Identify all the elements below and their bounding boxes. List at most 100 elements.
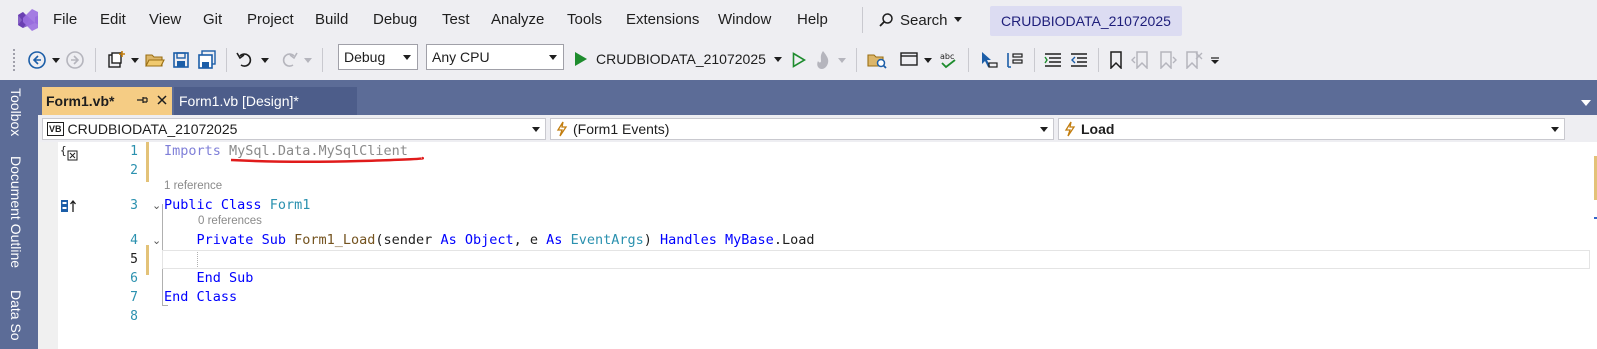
previous-bookmark-button[interactable] (1130, 48, 1152, 72)
menu-debug[interactable]: Debug (373, 11, 417, 28)
select-member-button[interactable] (978, 48, 1000, 72)
toggle-bookmark-button[interactable] (1106, 48, 1126, 72)
uncomment-lines-button[interactable] (1068, 48, 1090, 72)
menu-separator (862, 7, 863, 33)
side-tab-toolbox[interactable]: Toolbox (8, 88, 24, 136)
keyword: As (546, 232, 563, 248)
forward-arrow-icon (66, 51, 84, 69)
spell-check-button[interactable]: abc (938, 48, 960, 72)
project-select[interactable]: VB CRUDBIODATA_21072025 (42, 118, 546, 140)
undo-dropdown[interactable] (259, 48, 271, 72)
event-lightning-icon (1064, 121, 1076, 137)
side-tab-data-sources[interactable]: Data So (8, 290, 24, 341)
menu-build[interactable]: Build (315, 11, 348, 28)
navigate-back-button[interactable] (26, 48, 48, 72)
collapse-icon[interactable]: ⌄ (152, 199, 161, 212)
redo-button[interactable] (278, 48, 300, 72)
format-document-button[interactable] (1004, 48, 1026, 72)
hot-reload-dropdown[interactable] (836, 48, 848, 72)
toolbar-separator (226, 48, 227, 72)
toolbar-grip[interactable] (12, 48, 16, 72)
event-name: .Load (773, 232, 815, 248)
line-number: 3 (130, 198, 138, 213)
menu-help[interactable]: Help (797, 11, 828, 28)
menu-bar: File Edit View Git Project Build Debug T… (0, 0, 1597, 40)
toolbar-overflow-button[interactable] (1208, 48, 1222, 72)
undo-button[interactable] (234, 48, 256, 72)
menu-analyze[interactable]: Analyze (491, 11, 544, 28)
code-editor[interactable]: { 1 2 3 4 5 6 7 8 ⌄ ⌄ Imports MySql.Data… (38, 142, 1597, 349)
object-select[interactable]: (Form1 Events) (550, 118, 1054, 140)
tab-form1-vb-design[interactable]: Form1.vb [Design]* (174, 87, 357, 115)
keyword: Public (164, 197, 213, 213)
current-line-highlight (162, 250, 1590, 269)
menu-git[interactable]: Git (203, 11, 222, 28)
next-bookmark-button[interactable] (1156, 48, 1178, 72)
navigate-back-dropdown[interactable] (50, 48, 62, 72)
type-name: Object (464, 232, 514, 248)
parameter: sender (383, 232, 433, 248)
save-button[interactable] (170, 48, 192, 72)
menu-edit[interactable]: Edit (100, 11, 126, 28)
comment-lines-button[interactable] (1042, 48, 1064, 72)
code-lens-references[interactable]: 1 reference (164, 180, 222, 192)
member-select[interactable]: Load (1058, 118, 1565, 140)
tab-label: Form1.vb* (46, 93, 115, 109)
cursor-icon (982, 52, 998, 68)
start-without-debugging-button[interactable] (788, 48, 810, 72)
bookmark-previous-icon (1131, 51, 1148, 69)
flame-icon (817, 51, 829, 69)
line-number: 8 (130, 309, 138, 324)
chevron-down-icon (549, 55, 557, 60)
menu-project[interactable]: Project (247, 11, 294, 28)
solution-title: CRUDBIODATA_21072025 (990, 6, 1182, 36)
save-all-button[interactable] (196, 48, 218, 72)
browser-link-dropdown[interactable] (922, 48, 934, 72)
navigate-forward-button[interactable] (64, 48, 86, 72)
hot-reload-button[interactable] (812, 48, 834, 72)
chevron-down-icon (304, 57, 312, 63)
new-project-dropdown[interactable] (129, 48, 141, 72)
open-file-button[interactable] (144, 48, 166, 72)
collapse-icon[interactable]: ⌄ (152, 234, 161, 247)
keyword: Handles (660, 232, 717, 248)
browser-link-button[interactable] (898, 48, 920, 72)
search-button[interactable]: Search (878, 9, 962, 31)
bookmark-icon (1110, 51, 1122, 69)
line-number: 2 (130, 163, 138, 178)
chevron-down-icon (838, 57, 846, 63)
tab-form1-vb[interactable]: Form1.vb* (42, 87, 172, 115)
new-project-button[interactable] (104, 48, 128, 72)
menu-file[interactable]: File (53, 11, 77, 28)
menu-extensions[interactable]: Extensions (626, 11, 699, 28)
start-debugging-button[interactable]: CRUDBIODATA_21072025 (574, 46, 782, 72)
line-number: 5 (130, 252, 138, 267)
menu-test[interactable]: Test (442, 11, 470, 28)
menu-tools[interactable]: Tools (567, 11, 602, 28)
find-in-files-button[interactable] (866, 48, 888, 72)
configuration-select[interactable]: Debug (338, 44, 418, 70)
chevron-down-icon (1551, 127, 1559, 132)
side-tab-document-outline[interactable]: Document Outline (8, 156, 24, 268)
menu-window[interactable]: Window (718, 11, 771, 28)
code-lens-references[interactable]: 0 references (198, 215, 262, 227)
visual-studio-logo-icon[interactable] (14, 7, 40, 33)
close-icon[interactable] (155, 93, 169, 107)
menu-view[interactable]: View (149, 11, 181, 28)
redo-icon (282, 52, 298, 67)
chevron-down-icon (924, 57, 932, 63)
save-all-icon (198, 50, 216, 69)
change-marker (146, 142, 149, 182)
clear-bookmarks-button[interactable] (1182, 48, 1204, 72)
pin-icon[interactable] (135, 93, 149, 107)
indent-guide (197, 252, 198, 267)
tab-overflow-icon[interactable] (1581, 100, 1591, 106)
keyword: Class (196, 289, 238, 305)
glyph-margin (38, 142, 58, 349)
platform-select[interactable]: Any CPU (426, 44, 564, 70)
svg-text:{: { (60, 144, 67, 157)
annotation-underline (230, 156, 424, 164)
redo-dropdown[interactable] (302, 48, 314, 72)
line-number: 6 (130, 271, 138, 286)
toolbar-separator (95, 48, 96, 72)
